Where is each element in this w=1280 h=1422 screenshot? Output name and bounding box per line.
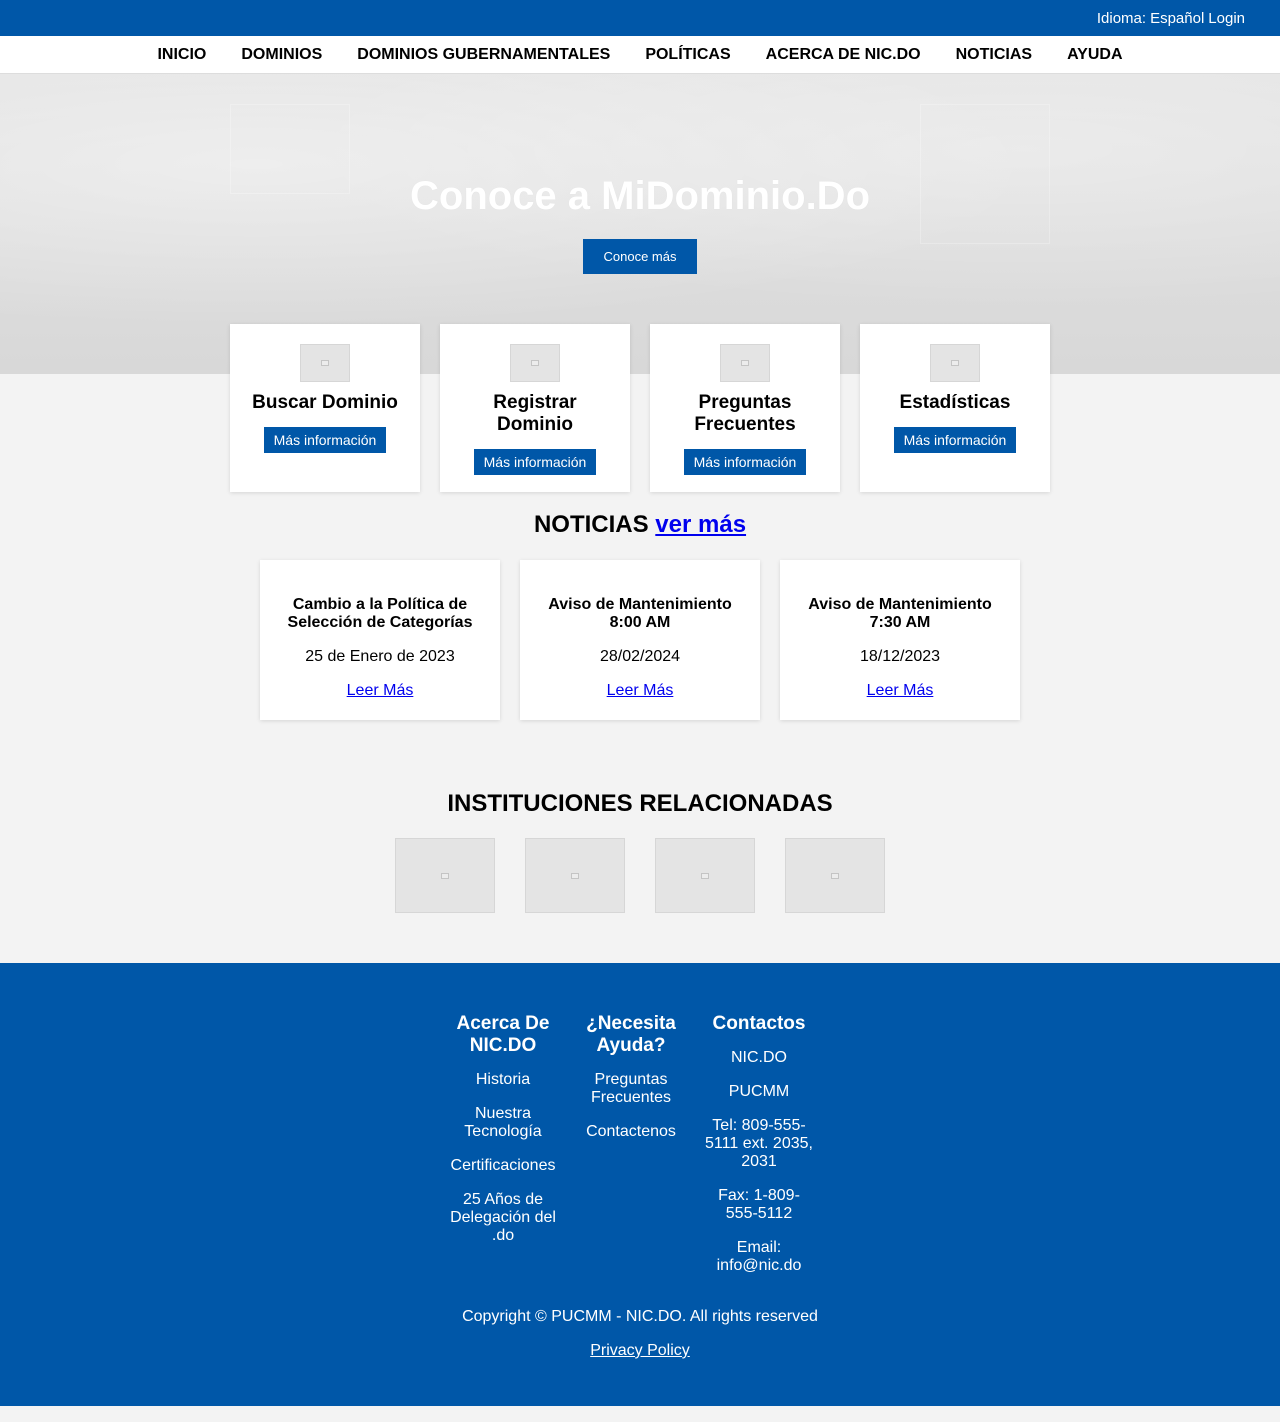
news-card-date: 28/02/2024 — [599, 648, 681, 665]
hero-cta-button[interactable]: Conoce más — [583, 239, 697, 274]
nav-item-acerca[interactable]: ACERCA DE NIC.DO — [766, 46, 921, 64]
feature-card-title: Estadísticas — [899, 392, 1011, 413]
footer-link-historia[interactable]: Historia — [448, 1071, 558, 1089]
news-card-title: Aviso de Mantenimiento 7:30 AM — [808, 596, 992, 631]
feature-card-registrar-dominio: Registrar Dominio Más información — [440, 324, 630, 492]
contact-email: Email: info@nic.do — [716, 1239, 802, 1274]
footer-col-heading: Acerca De NIC.DO — [456, 1013, 550, 1056]
register-domain-icon — [510, 344, 560, 382]
feature-card-title: Buscar Dominio — [252, 392, 398, 413]
hero-title: Conoce a MiDominio.Do — [410, 174, 870, 218]
footer-col-heading: Contactos — [712, 1013, 806, 1034]
search-domain-icon — [300, 344, 350, 382]
news-card: Cambio a la Política de Selección de Cat… — [260, 560, 500, 720]
contact-phone: Tel: 809-555-5111 ext. 2035, 2031 — [705, 1117, 813, 1170]
copyright-text: Copyright © PUCMM - NIC.DO. All rights r… — [462, 1308, 818, 1325]
footer-col-contacts: Contactos NIC.DO PUCMM Tel: 809-555-5111… — [704, 1013, 814, 1291]
institutions-heading: INSTITUCIONES RELACIONADAS — [447, 790, 833, 817]
news-card: Aviso de Mantenimiento 7:30 AM 18/12/202… — [780, 560, 1020, 720]
read-more-link[interactable]: Leer Más — [867, 682, 934, 700]
nav-item-noticias[interactable]: NOTICIAS — [956, 46, 1032, 64]
feature-card-preguntas-frecuentes: Preguntas Frecuentes Más información — [650, 324, 840, 492]
institution-logo-image[interactable] — [525, 838, 625, 913]
footer-col-heading: ¿Necesita Ayuda? — [586, 1013, 676, 1056]
read-more-link[interactable]: Leer Más — [347, 682, 414, 700]
statistics-icon — [930, 344, 980, 382]
footer-link-25-anos[interactable]: 25 Años de Delegación del .do — [448, 1191, 558, 1245]
news-see-more-link[interactable]: ver más — [655, 511, 746, 538]
language-label: Idioma: — [1096, 9, 1147, 27]
more-info-button[interactable]: Más información — [893, 427, 1017, 453]
top-utility-bar: Idioma: Español Login — [0, 0, 1280, 36]
privacy-row: Privacy Policy — [0, 1342, 1280, 1360]
read-more-link[interactable]: Leer Más — [607, 682, 674, 700]
news-card-title: Cambio a la Política de Selección de Cat… — [287, 596, 473, 631]
more-info-button[interactable]: Más información — [263, 427, 387, 453]
news-card-date: 18/12/2023 — [859, 648, 941, 665]
footer-link-certificaciones[interactable]: Certificaciones — [448, 1157, 558, 1175]
footer-columns: Acerca De NIC.DO Historia Nuestra Tecnol… — [448, 1013, 814, 1291]
feature-cards: Buscar Dominio Más información Registrar… — [230, 324, 1050, 492]
feature-card-title: Preguntas Frecuentes — [694, 392, 796, 435]
news-card-date: 25 de Enero de 2023 — [305, 648, 455, 665]
footer-link-contactenos[interactable]: Contactenos — [576, 1123, 686, 1141]
main-nav: INICIO DOMINIOS DOMINIOS GUBERNAMENTALES… — [0, 36, 1280, 74]
more-info-button[interactable]: Más información — [683, 449, 807, 475]
language-selector[interactable]: Español — [1150, 10, 1204, 27]
contact-org: NIC.DO — [731, 1049, 787, 1066]
feature-card-buscar-dominio: Buscar Dominio Más información — [230, 324, 420, 492]
institution-logo-image[interactable] — [785, 838, 885, 913]
feature-card-title: Registrar Dominio — [493, 392, 577, 435]
institution-logos — [395, 838, 885, 913]
institution-logo-image[interactable] — [655, 838, 755, 913]
institution-logo-image[interactable] — [395, 838, 495, 913]
footer-link-tecnologia[interactable]: Nuestra Tecnología — [448, 1105, 558, 1141]
nav-item-dominios-gubernamentales[interactable]: DOMINIOS GUBERNAMENTALES — [357, 46, 610, 64]
news-heading: NOTICIAS ver más — [0, 511, 1280, 539]
news-heading-text: NOTICIAS — [533, 511, 649, 538]
nav-item-ayuda[interactable]: AYUDA — [1067, 46, 1122, 64]
contact-fax: Fax: 1-809-555-5112 — [718, 1187, 800, 1222]
news-card-title: Aviso de Mantenimiento 8:00 AM — [548, 596, 732, 631]
more-info-button[interactable]: Más información — [473, 449, 597, 475]
feature-card-estadisticas: Estadísticas Más información — [860, 324, 1050, 492]
privacy-policy-link[interactable]: Privacy Policy — [590, 1342, 690, 1359]
site-footer: Acerca De NIC.DO Historia Nuestra Tecnol… — [0, 963, 1280, 1406]
footer-link-preguntas[interactable]: Preguntas Frecuentes — [576, 1071, 686, 1107]
footer-col-help: ¿Necesita Ayuda? Preguntas Frecuentes Co… — [576, 1013, 686, 1291]
news-card: Aviso de Mantenimiento 8:00 AM 28/02/202… — [520, 560, 760, 720]
nav-item-dominios[interactable]: DOMINIOS — [241, 46, 322, 64]
login-link[interactable]: Login — [1208, 10, 1245, 27]
nav-item-politicas[interactable]: POLÍTICAS — [645, 46, 730, 64]
nav-item-inicio[interactable]: INICIO — [157, 46, 206, 64]
faq-icon — [720, 344, 770, 382]
contact-university: PUCMM — [728, 1083, 790, 1100]
news-list: Cambio a la Política de Selección de Cat… — [260, 560, 1020, 720]
footer-col-about: Acerca De NIC.DO Historia Nuestra Tecnol… — [448, 1013, 558, 1291]
